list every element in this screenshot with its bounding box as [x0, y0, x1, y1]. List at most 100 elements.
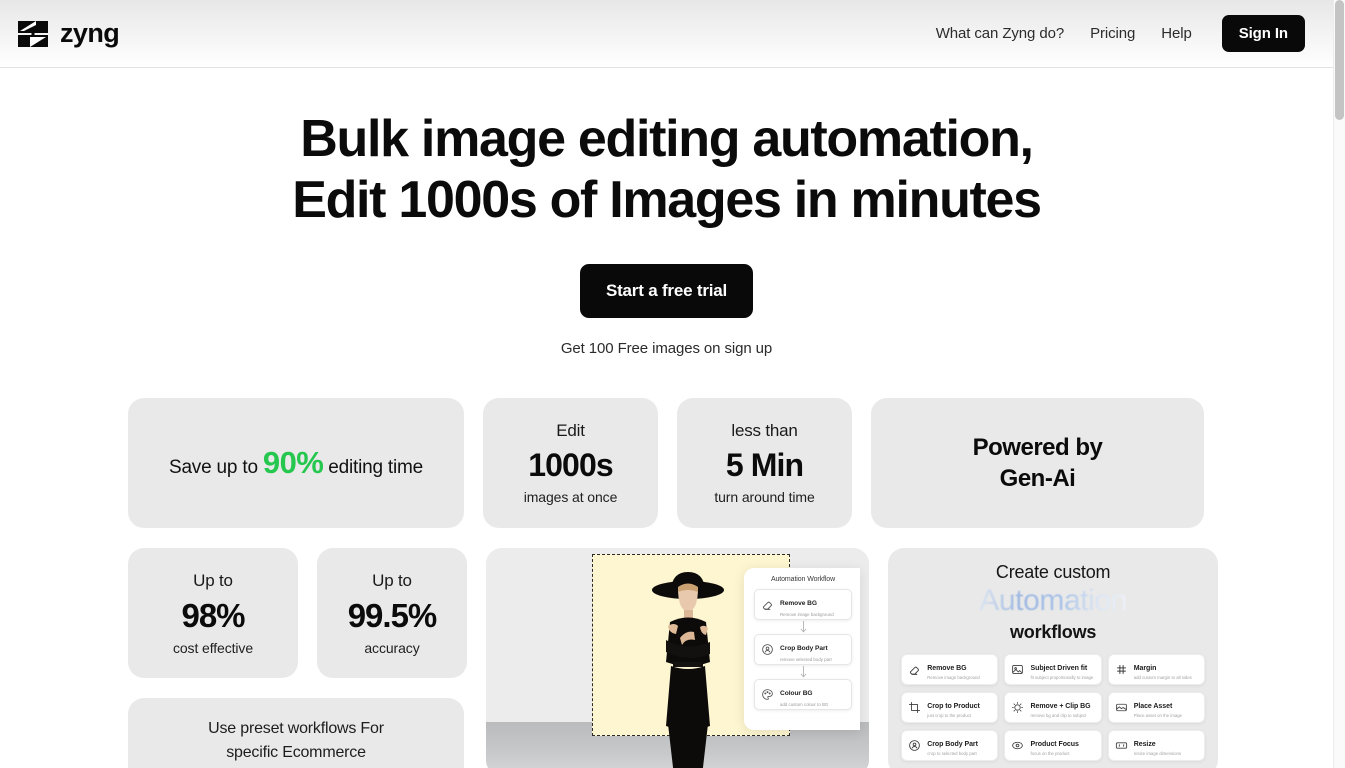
gen-ai-title: Powered by Gen-Ai — [973, 432, 1103, 494]
chip-text: Margin add custom margin to all sides — [1134, 657, 1192, 681]
workflow-step-desc: remove selected body part — [780, 656, 832, 662]
workflow-step-colour-bg[interactable]: Colour BG add custom colour to BG — [754, 679, 852, 710]
chip-text: Crop Body Part crop to selected body par… — [927, 733, 978, 757]
hero-section: Bulk image editing automation, Edit 1000… — [0, 68, 1333, 357]
cost-top-label: Up to — [193, 570, 233, 590]
arrow-down-icon — [754, 620, 852, 634]
chip-subject-driven-fit[interactable]: Subject Driven fit fit subject proportio… — [1004, 653, 1102, 685]
card-accuracy: Up to 99.5% accuracy — [317, 548, 467, 678]
model-photo — [638, 566, 738, 768]
time-sub-label: turn around time — [714, 489, 815, 505]
chip-desc: Remove image background — [927, 675, 980, 681]
body-part-icon — [761, 643, 774, 656]
workflow-step-text: Remove BG Remove image background — [780, 592, 834, 617]
chip-resize[interactable]: Resize resize image dimensions — [1107, 729, 1205, 761]
edit-value: 1000s — [528, 447, 613, 483]
start-free-trial-button[interactable]: Start a free trial — [579, 263, 754, 318]
workflow-step-text: Colour BG add custom colour to BG — [780, 682, 828, 707]
chip-desc: fit subject proportionally to image — [1030, 675, 1094, 681]
body-part-icon — [908, 739, 921, 752]
chip-crop-to-product[interactable]: Crop to Product just crop to the product — [901, 691, 999, 723]
card-edit-1000s: Edit 1000s images at once — [483, 398, 658, 528]
focus-icon — [1011, 739, 1024, 752]
workflow-step-desc: Remove image background — [780, 611, 834, 617]
page-title: Bulk image editing automation, Edit 1000… — [0, 109, 1333, 232]
time-top-label: less than — [731, 421, 798, 440]
chip-remove-bg[interactable]: Remove BG Remove image background — [901, 653, 999, 685]
chip-desc: resize image dimensions — [1133, 751, 1182, 757]
left-column: Up to 98% cost effective Up to 99.5% acc… — [128, 548, 467, 768]
cta-container: Start a free trial — [0, 263, 1333, 318]
headline-line-2: Edit 1000s of Images in minutes — [292, 171, 1042, 230]
chip-margin[interactable]: Margin add custom margin to all sides — [1107, 653, 1205, 685]
chip-remove-clip-bg[interactable]: Remove + Clip BG remove bg and clip to s… — [1004, 691, 1102, 723]
preset-line-2: specific Ecommerce — [226, 743, 366, 761]
card-preset-workflows: Use preset workflows For specific Ecomme… — [128, 698, 464, 768]
chip-text: Product Focus focus on the product — [1030, 733, 1078, 757]
chip-crop-body-part[interactable]: Crop Body Part crop to selected body par… — [901, 729, 999, 761]
cta-subtext: Get 100 Free images on sign up — [560, 339, 773, 357]
margin-icon — [1115, 663, 1128, 676]
card-powered-by-gen-ai: Powered by Gen-Ai — [871, 398, 1204, 528]
chip-desc: just crop to the product — [927, 713, 971, 719]
card-cost-effective: Up to 98% cost effective — [128, 548, 298, 678]
automation-workflow-panel: Automation Workflow Remove BG Remove ima… — [744, 568, 860, 730]
chip-name: Margin — [1133, 664, 1157, 672]
chip-desc: Place asset on the image — [1133, 713, 1182, 719]
headline-line-1: Bulk image editing automation, — [300, 110, 1034, 168]
eraser-icon — [761, 598, 774, 611]
chip-name: Resize — [1133, 740, 1156, 748]
card-workflow-preview: Automation Workflow Remove BG Remove ima… — [486, 548, 870, 768]
workflow-step-crop-body-part[interactable]: Crop Body Part remove selected body part — [754, 634, 852, 665]
asset-icon — [1115, 701, 1128, 714]
workflow-step-name: Crop Body Part — [780, 645, 828, 653]
palette-icon — [761, 688, 774, 701]
gen-ai-line-1: Powered by — [972, 433, 1103, 461]
chip-text: Remove BG Remove image background — [927, 657, 980, 681]
chip-desc: add custom margin to all sides — [1133, 675, 1192, 681]
workflow-step-remove-bg[interactable]: Remove BG Remove image background — [754, 589, 852, 620]
workflow-step-name: Remove BG — [780, 600, 817, 608]
accuracy-top-label: Up to — [372, 570, 412, 590]
workflow-step-name: Colour BG — [780, 690, 813, 698]
time-value: 5 Min — [725, 447, 804, 483]
brand-logo[interactable]: zyng — [16, 19, 120, 49]
automation-chip-grid: Remove BG Remove image background Subjec… — [888, 653, 1218, 761]
image-fit-icon — [1011, 663, 1024, 676]
nav-item-help[interactable]: Help — [1161, 25, 1192, 42]
save-prefix: Save up to — [168, 457, 258, 478]
automation-head: Create custom — [995, 562, 1111, 582]
chip-name: Place Asset — [1133, 702, 1173, 710]
main-nav: What can Zyng do? Pricing Help Sign In — [936, 15, 1305, 52]
preset-line-1: Use preset workflows For — [208, 720, 384, 738]
scrollbar-thumb[interactable] — [1335, 0, 1344, 120]
site-header: zyng What can Zyng do? Pricing Help Sign… — [0, 0, 1333, 68]
automation-word: Automation — [979, 583, 1127, 620]
edit-sub-label: images at once — [523, 489, 618, 505]
nav-item-what-can-zyng-do[interactable]: What can Zyng do? — [936, 25, 1064, 42]
page-scrollbar[interactable] — [1333, 0, 1345, 768]
chip-name: Crop to Product — [927, 702, 980, 710]
accuracy-value: 99.5% — [347, 596, 438, 634]
gen-ai-line-2: Gen-Ai — [999, 465, 1076, 492]
chip-text: Place Asset Place asset on the image — [1134, 695, 1182, 719]
cost-value: 98% — [181, 596, 245, 634]
chip-name: Remove + Clip BG — [1030, 702, 1091, 710]
chip-text: Crop to Product just crop to the product — [927, 695, 980, 719]
small-stats-row: Up to 98% cost effective Up to 99.5% acc… — [128, 548, 467, 678]
nav-item-pricing[interactable]: Pricing — [1090, 25, 1135, 42]
workflow-step-desc: add custom colour to BG — [780, 701, 829, 707]
sign-in-button[interactable]: Sign In — [1221, 15, 1305, 52]
chip-desc: crop to selected body part — [927, 751, 977, 757]
chip-desc: remove bg and clip to subject — [1030, 713, 1087, 719]
workflow-step-text: Crop Body Part remove selected body part — [780, 637, 832, 662]
accuracy-sub-label: accuracy — [364, 639, 420, 656]
chip-place-asset[interactable]: Place Asset Place asset on the image — [1107, 691, 1205, 723]
chip-product-focus[interactable]: Product Focus focus on the product — [1004, 729, 1102, 761]
stats-row-2: Up to 98% cost effective Up to 99.5% acc… — [128, 548, 1218, 768]
cost-sub-label: cost effective — [172, 639, 254, 656]
zyng-logo-icon — [16, 19, 50, 49]
stats-row-1: Save up to 90% editing time Edit 1000s i… — [128, 398, 1218, 528]
chip-text: Resize resize image dimensions — [1134, 733, 1181, 757]
save-suffix: editing time — [328, 457, 424, 478]
